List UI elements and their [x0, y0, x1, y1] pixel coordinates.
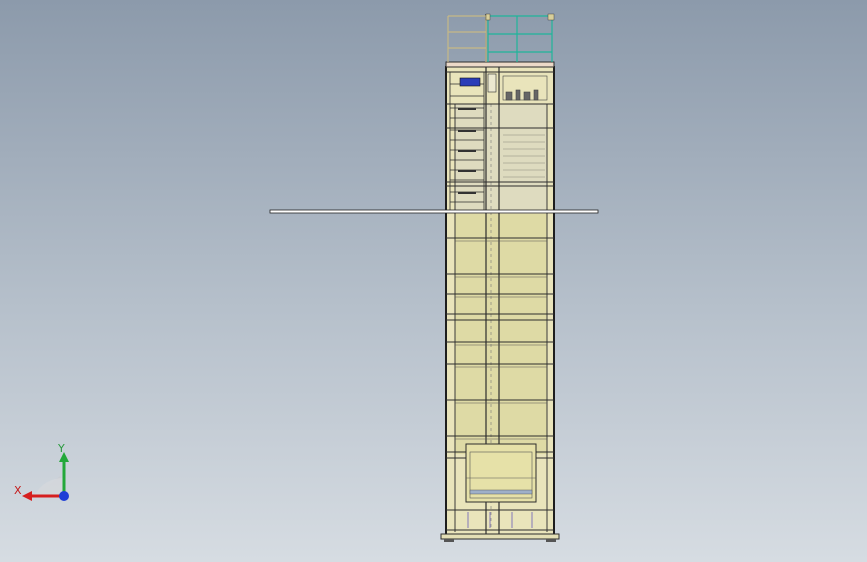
x-axis-label: X [14, 484, 22, 497]
coordinate-triad: Y X [14, 442, 69, 501]
z-axis-point [59, 491, 69, 501]
y-axis-label: Y [57, 442, 65, 455]
tower-structure[interactable] [440, 14, 560, 542]
elevator-cabin[interactable] [465, 443, 537, 503]
section-plane-line[interactable] [269, 209, 599, 214]
roof-railing[interactable] [445, 13, 555, 68]
tower-elevator-model[interactable] [0, 0, 867, 562]
graphics-viewport[interactable]: Y X [0, 0, 867, 562]
